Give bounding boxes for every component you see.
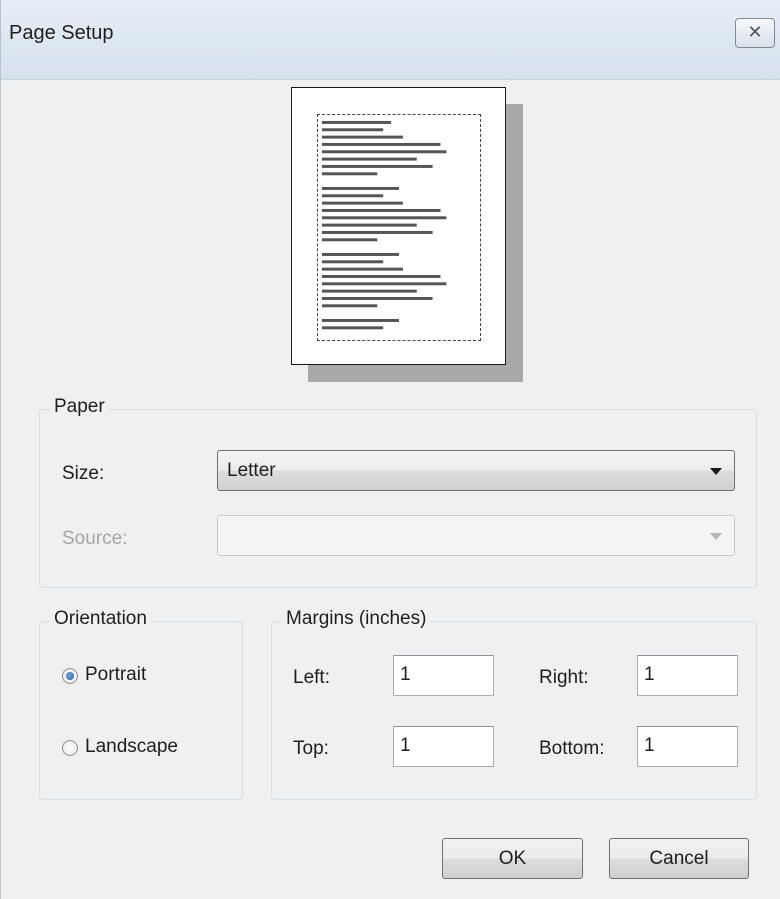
preview-text-line (321, 318, 399, 322)
preview-text-line (321, 223, 417, 227)
preview-text-line (321, 120, 392, 124)
preview-text-line (321, 230, 433, 234)
preview-text-line (321, 267, 403, 271)
paper-size-value: Letter (227, 460, 276, 481)
paper-legend: Paper (50, 396, 109, 418)
preview-text-line (321, 304, 378, 308)
preview-text-line (321, 252, 399, 256)
top-margin-label: Top: (293, 738, 329, 759)
preview-margin-outline (317, 114, 481, 341)
chevron-down-icon (710, 533, 722, 540)
preview-text-line (321, 296, 433, 300)
preview-text-line (321, 128, 384, 132)
source-label: Source: (62, 528, 128, 549)
right-margin-input[interactable] (644, 662, 730, 688)
preview-text-line (321, 260, 384, 264)
preview-text-line (321, 282, 447, 286)
close-button[interactable]: ✕ (735, 18, 775, 48)
preview-text-line (321, 326, 384, 330)
size-label: Size: (62, 463, 105, 484)
right-margin-field[interactable] (637, 655, 738, 696)
bottom-margin-input[interactable] (644, 733, 730, 759)
preview-text-line (321, 172, 378, 176)
preview-text-line (321, 216, 447, 220)
paper-size-dropdown[interactable]: Letter (217, 450, 735, 491)
title-bar[interactable]: Page Setup ✕ (1, 0, 780, 80)
preview-text-line (321, 150, 447, 154)
left-margin-input[interactable] (400, 662, 486, 688)
preview-text-line (321, 142, 441, 146)
preview-text-line (321, 274, 441, 278)
right-margin-label: Right: (539, 667, 589, 688)
preview-text-line (321, 135, 403, 139)
preview-text-line (321, 289, 417, 293)
bottom-margin-field[interactable] (637, 726, 738, 767)
portrait-radio[interactable] (62, 668, 78, 684)
left-margin-label: Left: (293, 667, 330, 688)
paper-source-dropdown (217, 515, 735, 556)
preview-text-line (321, 238, 378, 242)
preview-text-line (321, 208, 441, 212)
page-setup-dialog: Page Setup ✕ Paper Size: Letter Source: … (0, 0, 780, 899)
preview-text-line (321, 201, 403, 205)
window-title: Page Setup (9, 22, 114, 44)
preview-text-line (321, 157, 417, 161)
preview-text-line (321, 186, 399, 190)
orientation-legend: Orientation (50, 608, 151, 630)
close-icon: ✕ (747, 22, 763, 42)
page-preview (291, 87, 506, 365)
top-margin-input[interactable] (400, 733, 486, 759)
cancel-button[interactable]: Cancel (609, 838, 749, 879)
paper-group: Paper (39, 396, 757, 588)
margins-legend: Margins (inches) (282, 608, 431, 630)
portrait-label[interactable]: Portrait (85, 664, 146, 686)
orientation-group: Orientation (39, 608, 243, 800)
preview-text-line (321, 164, 433, 168)
ok-button[interactable]: OK (442, 838, 583, 879)
left-margin-field[interactable] (393, 655, 494, 696)
preview-text-line (321, 194, 384, 198)
top-margin-field[interactable] (393, 726, 494, 767)
preview-text-lines (321, 120, 447, 330)
chevron-down-icon (710, 468, 722, 475)
landscape-radio[interactable] (62, 740, 78, 756)
landscape-label[interactable]: Landscape (85, 736, 178, 758)
bottom-margin-label: Bottom: (539, 738, 605, 759)
margins-group: Margins (inches) (271, 608, 757, 800)
